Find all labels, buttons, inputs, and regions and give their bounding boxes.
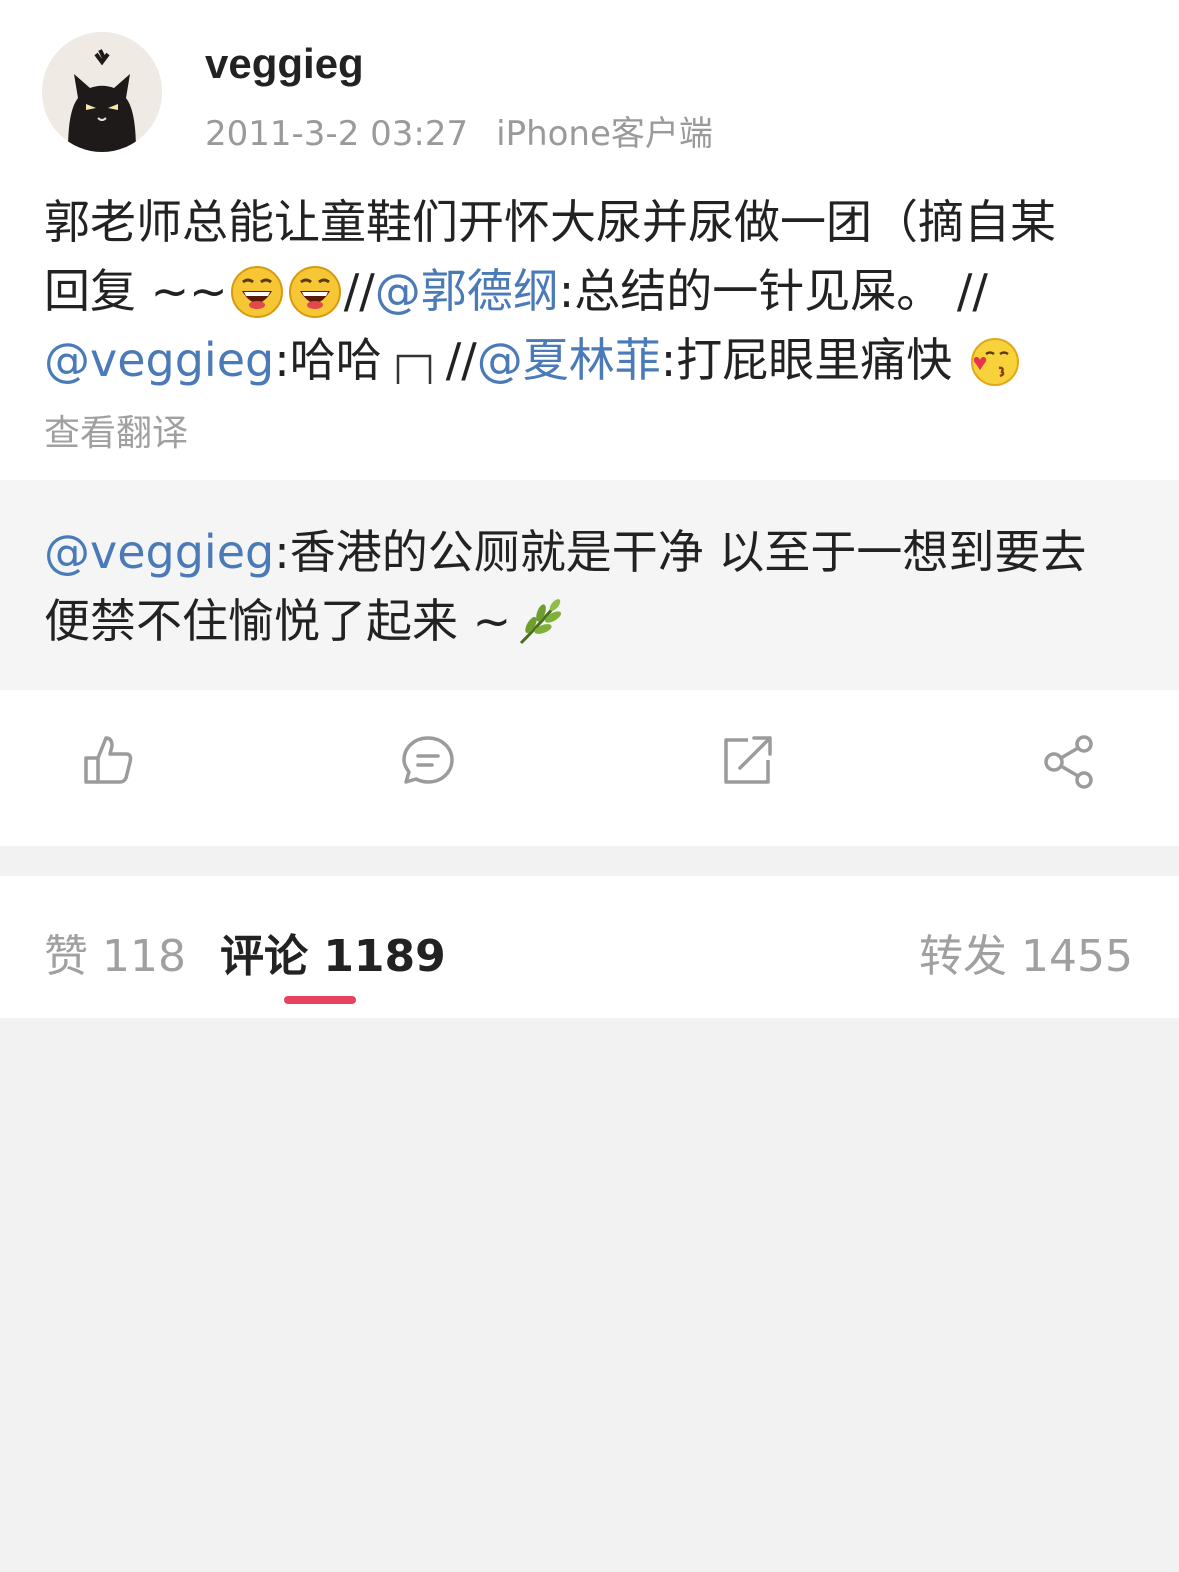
mention-link[interactable]: @郭德纲 xyxy=(375,257,559,326)
thumbs-up-icon xyxy=(84,736,133,784)
mention-link[interactable]: @veggieg xyxy=(44,518,274,587)
post-text-segment: // xyxy=(343,264,375,318)
post-text-segment: :打屁眼里痛快 xyxy=(660,333,953,387)
post-text-segment: :哈哈 xyxy=(274,333,382,387)
quoted-post[interactable]: @veggieg :香港的公厕就是干净 以至于一想到要去 便禁不住愉悦了起来 ~ xyxy=(0,480,1179,690)
comment-icon xyxy=(402,736,454,784)
post-text-line: 回复 ~~ // @郭德纲 :总结的一针见屎。 // xyxy=(44,257,1144,326)
post-text-segment: 回复 ~~ xyxy=(44,264,228,318)
share-button[interactable] xyxy=(1038,730,1098,790)
post-text-segment: 郭老师总能让童鞋们开怀大尿并尿做一团（摘自某 xyxy=(44,195,1056,249)
username[interactable]: veggieg xyxy=(205,40,364,88)
quoted-text: @veggieg :香港的公厕就是干净 以至于一想到要去 便禁不住愉悦了起来 ~ xyxy=(44,518,1086,656)
avatar[interactable] xyxy=(42,32,162,152)
tab-likes[interactable]: 赞 118 xyxy=(44,920,186,984)
post-meta: 2011-3-2 03:27 iPhone客户端 xyxy=(205,106,713,155)
weibo-post: veggieg 2011-3-2 03:27 iPhone客户端 郭老师总能让童鞋… xyxy=(0,0,1179,480)
quoted-text-line: 便禁不住愉悦了起来 ~ xyxy=(44,587,1086,656)
missing-glyph-icon xyxy=(396,354,431,384)
tab-comments[interactable]: 评论 1189 xyxy=(220,920,446,984)
post-text-segment: // xyxy=(445,333,477,387)
black-cat-avatar-icon xyxy=(42,32,162,152)
olive-branch-emoji-icon xyxy=(520,598,562,644)
quoted-text-segment: 便禁不住愉悦了起来 ~ xyxy=(44,594,512,648)
quoted-text-line: @veggieg :香港的公厕就是干净 以至于一想到要去 xyxy=(44,518,1086,587)
post-text: 郭老师总能让童鞋们开怀大尿并尿做一团（摘自某 回复 ~~ // @郭德纲 :总结… xyxy=(44,188,1144,395)
tab-reposts[interactable]: 转发 1455 xyxy=(919,920,1133,984)
repost-button[interactable] xyxy=(718,730,778,790)
kiss-emoji-icon xyxy=(971,337,1020,386)
post-text-segment: :总结的一针见屎。 // xyxy=(558,264,988,318)
mention-link[interactable]: @夏林菲 xyxy=(477,326,661,395)
repost-icon xyxy=(724,736,772,784)
mention-link[interactable]: @veggieg xyxy=(44,326,274,395)
share-icon xyxy=(1044,735,1093,789)
tab-bar: 赞 118 评论 1189 转发 1455 xyxy=(0,876,1179,1018)
post-source: iPhone客户端 xyxy=(496,114,713,154)
active-tab-indicator xyxy=(284,996,356,1004)
action-bar xyxy=(0,690,1179,846)
quoted-text-segment: :香港的公厕就是干净 以至于一想到要去 xyxy=(274,525,1087,579)
comment-button[interactable] xyxy=(398,730,458,790)
post-date: 2011-3-2 03:27 xyxy=(205,114,469,154)
laughing-emoji-icon xyxy=(230,265,283,318)
translate-link[interactable]: 查看翻译 xyxy=(44,404,188,456)
post-text-line: 郭老师总能让童鞋们开怀大尿并尿做一团（摘自某 xyxy=(44,188,1144,257)
laughing-emoji-icon xyxy=(288,265,341,318)
like-button[interactable] xyxy=(78,730,138,790)
post-text-line: @veggieg :哈哈 // @夏林菲 :打屁眼里痛快 xyxy=(44,326,1144,395)
